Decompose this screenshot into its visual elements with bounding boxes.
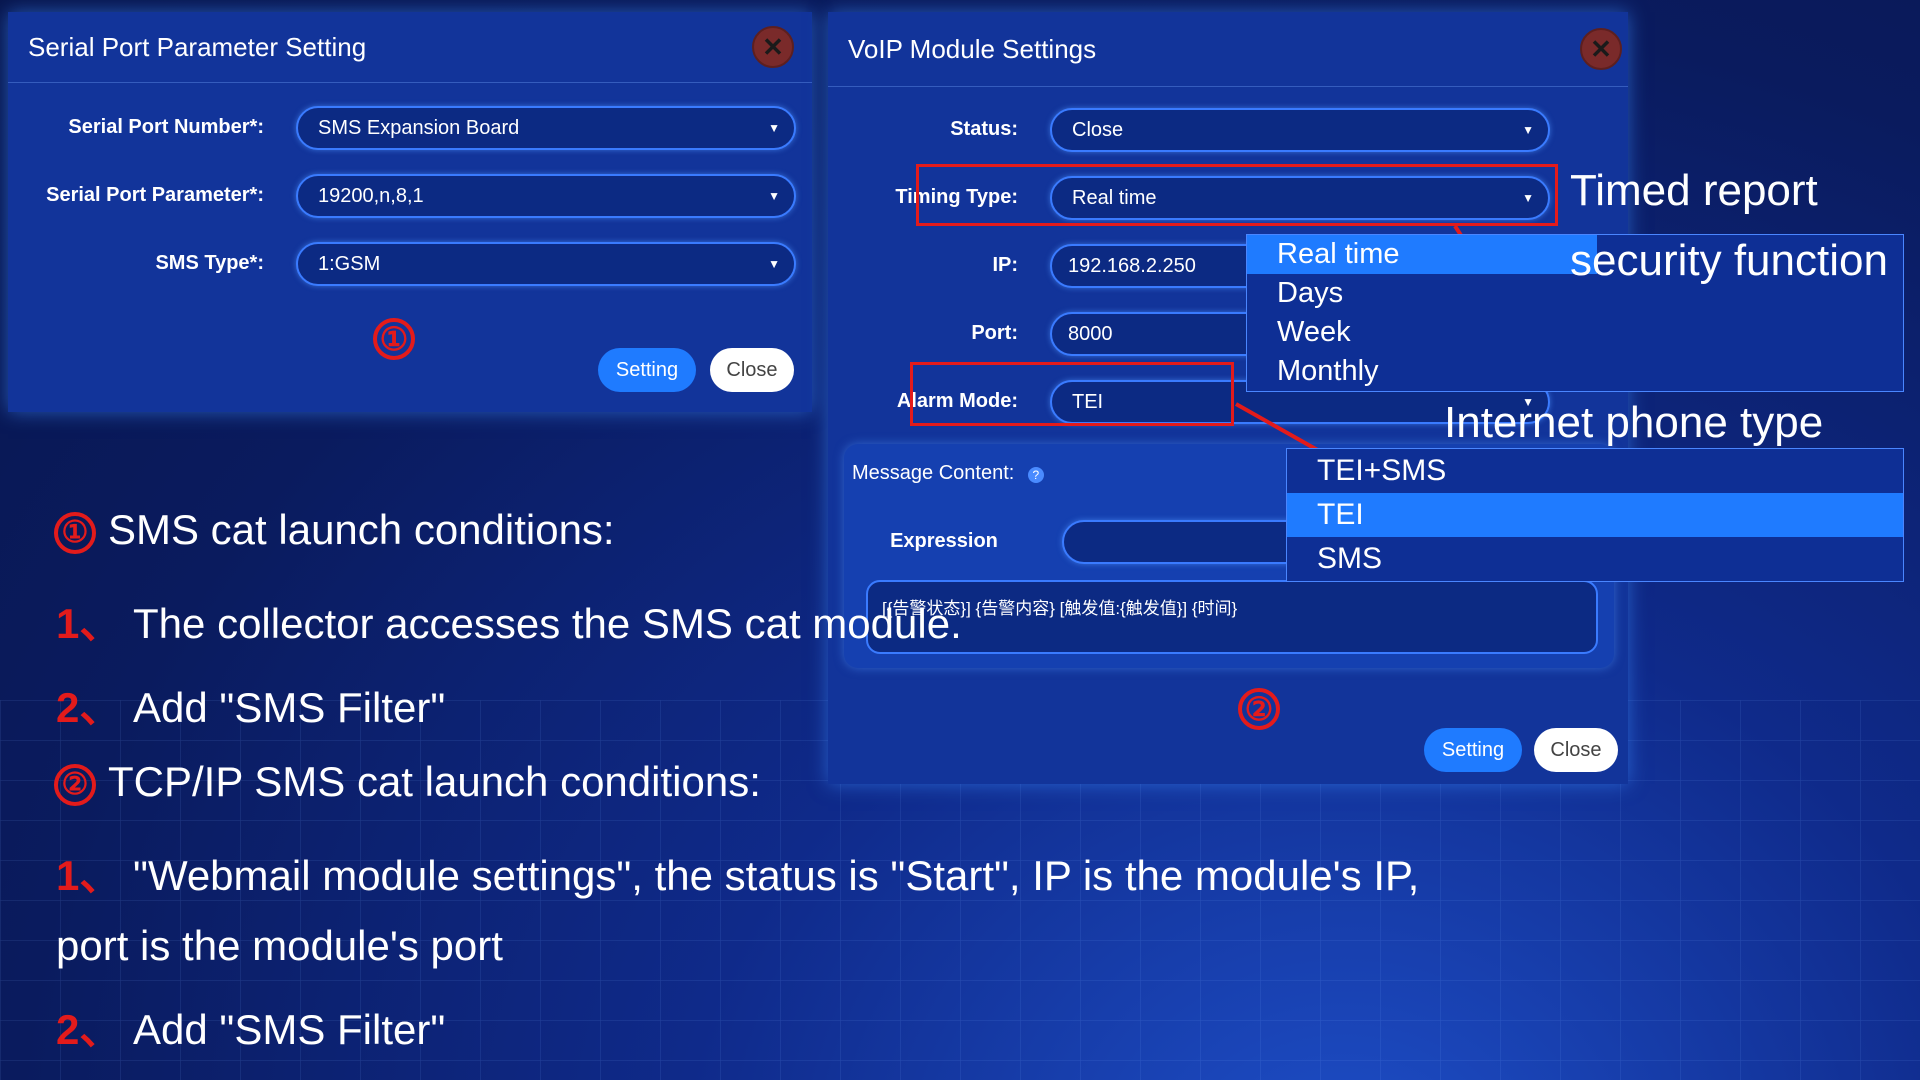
note-number: 1、 <box>56 852 122 899</box>
note-text: Add "SMS Filter" <box>133 1006 446 1053</box>
note-line: ① SMS cat launch conditions: <box>54 506 615 554</box>
close-icon[interactable]: ✕ <box>752 26 794 68</box>
step-marker: ② <box>54 763 96 806</box>
chevron-down-icon: ▼ <box>768 257 780 271</box>
setting-button[interactable]: Setting <box>1424 728 1522 772</box>
dialog-title: Serial Port Parameter Setting <box>28 31 367 62</box>
close-button[interactable]: Close <box>1534 728 1618 772</box>
select-value: 1:GSM <box>318 252 381 275</box>
note-number: 2、 <box>56 684 122 731</box>
note-line: 1、 "Webmail module settings", the status… <box>56 842 1419 903</box>
serial-port-number-select[interactable]: SMS Expansion Board ▼ <box>296 106 796 150</box>
note-text: TCP/IP SMS cat launch conditions: <box>108 758 761 805</box>
help-icon[interactable]: ? <box>1027 467 1044 483</box>
note-number: 1、 <box>56 600 122 647</box>
close-button[interactable]: Close <box>710 348 794 392</box>
input-value: 192.168.2.250 <box>1068 254 1196 277</box>
field-label: Status: <box>950 118 1018 140</box>
note-line: 2、 Add "SMS Filter" <box>56 996 445 1057</box>
timed-report-annotation: Timed report <box>1570 166 1818 215</box>
step-marker: ② <box>1238 688 1280 730</box>
close-icon[interactable]: ✕ <box>1580 28 1622 70</box>
note-text: "Webmail module settings", the status is… <box>133 852 1420 899</box>
alarm-mode-highlight <box>910 362 1234 426</box>
select-value: SMS Expansion Board <box>318 116 520 139</box>
dropdown-option[interactable]: TEI <box>1287 493 1903 537</box>
timing-type-highlight <box>916 164 1558 226</box>
note-number: 2、 <box>56 1006 122 1053</box>
select-value: 19200,n,8,1 <box>318 184 424 207</box>
step-marker: ① <box>373 318 415 360</box>
select-value: Close <box>1072 118 1124 141</box>
dropdown-option[interactable]: TEI+SMS <box>1287 449 1903 493</box>
dropdown-option[interactable]: Monthly <box>1247 352 1903 391</box>
chevron-down-icon: ▼ <box>768 189 780 203</box>
note-text: SMS cat launch conditions: <box>108 506 615 553</box>
dialog-title: VoIP Module Settings <box>848 33 1097 64</box>
security-function-annotation: security function <box>1570 236 1888 285</box>
sms-type-select[interactable]: 1:GSM ▼ <box>296 242 796 286</box>
note-text: Add "SMS Filter" <box>133 684 446 731</box>
serial-port-dialog: Serial Port Parameter Setting ✕ Serial P… <box>8 12 812 412</box>
dropdown-option[interactable]: Week <box>1247 313 1903 352</box>
field-label: IP: <box>992 254 1018 276</box>
field-label: SMS Type*: <box>155 252 264 274</box>
note-line: ② TCP/IP SMS cat launch conditions: <box>54 758 761 806</box>
field-label: Serial Port Parameter*: <box>46 184 264 206</box>
chevron-down-icon: ▼ <box>768 121 780 135</box>
note-line: 2、 Add "SMS Filter" <box>56 674 445 735</box>
dialog-header: Serial Port Parameter Setting <box>8 12 812 83</box>
status-select[interactable]: Close ▼ <box>1050 108 1550 152</box>
internet-phone-type-annotation: Internet phone type <box>1444 398 1824 447</box>
field-label: Port: <box>971 322 1018 344</box>
note-line: port is the module's port <box>56 922 503 969</box>
note-line: 1、 The collector accesses the SMS cat mo… <box>56 590 962 651</box>
setting-button[interactable]: Setting <box>598 348 696 392</box>
serial-port-parameter-select[interactable]: 19200,n,8,1 ▼ <box>296 174 796 218</box>
chevron-down-icon: ▼ <box>1522 123 1534 137</box>
note-text: The collector accesses the SMS cat modul… <box>133 600 962 647</box>
dialog-header: VoIP Module Settings <box>828 12 1628 87</box>
expression-label: Expression <box>890 530 998 552</box>
message-textarea[interactable]: [{告警状态}] {告警内容} [触发值:{触发值}] {时间} <box>866 580 1598 654</box>
message-content-header: Message Content: ? <box>852 462 1044 485</box>
step-marker: ① <box>54 511 96 554</box>
field-label: Serial Port Number*: <box>68 116 264 138</box>
input-value: 8000 <box>1068 322 1113 345</box>
message-content-label: Message Content: <box>852 462 1015 484</box>
dropdown-option[interactable]: Real time <box>1247 235 1597 274</box>
dropdown-option[interactable]: SMS <box>1287 537 1903 581</box>
alarm-mode-dropdown: TEI+SMS TEI SMS <box>1286 448 1904 582</box>
